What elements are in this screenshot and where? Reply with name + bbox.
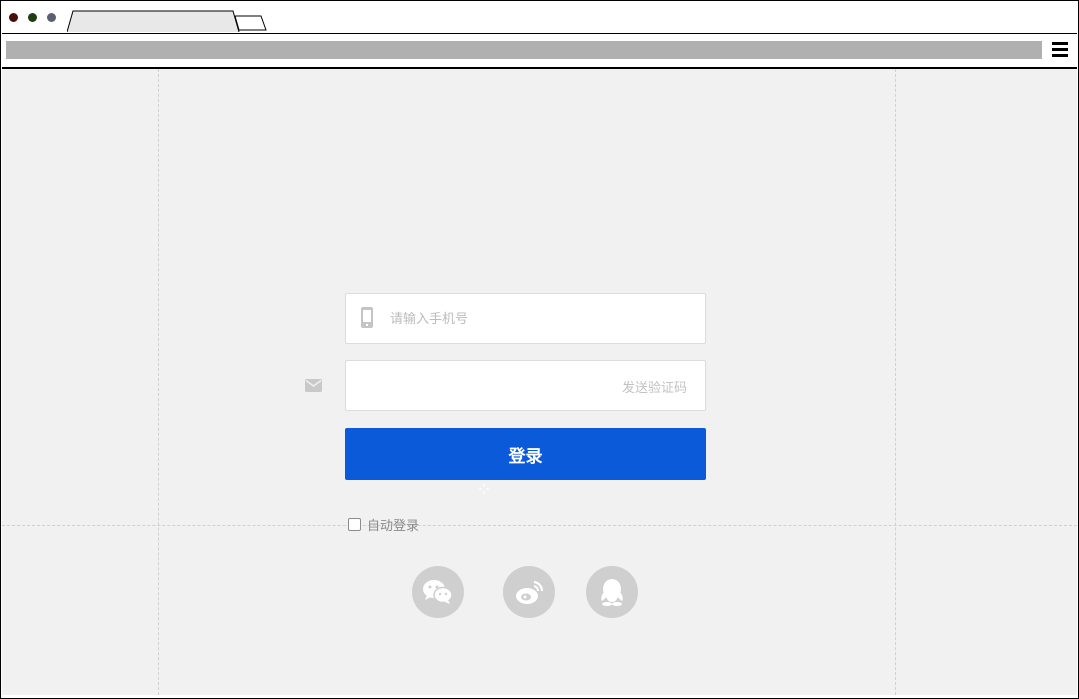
verification-code-field[interactable]: 发送验证码 (345, 360, 706, 412)
browser-tab-active[interactable] (67, 10, 243, 33)
minimize-window-button[interactable] (28, 13, 37, 22)
hamburger-menu-icon[interactable] (1052, 42, 1068, 57)
address-bar[interactable] (6, 41, 1042, 59)
wechat-login-button[interactable] (412, 566, 464, 618)
mail-icon (305, 379, 322, 392)
loading-cursor-icon (479, 484, 489, 494)
auto-login-label: 自动登录 (367, 518, 420, 534)
guide-line-horizontal (2, 525, 1077, 526)
auto-login-checkbox[interactable] (348, 517, 361, 531)
guide-line-vertical-left (158, 69, 159, 695)
send-code-button[interactable]: 发送验证码 (622, 377, 687, 396)
maximize-window-button[interactable] (47, 13, 56, 22)
wechat-icon (423, 580, 453, 604)
qq-login-button[interactable] (586, 566, 638, 618)
phone-icon (361, 307, 373, 328)
verification-code-input[interactable] (358, 361, 612, 412)
login-button[interactable]: 登录 (345, 428, 706, 480)
auto-login-option[interactable]: 自动登录 (348, 515, 420, 534)
phone-field[interactable] (345, 293, 706, 345)
new-tab-button[interactable] (235, 15, 271, 31)
weibo-login-button[interactable] (503, 566, 555, 618)
weibo-icon (516, 580, 544, 604)
guide-line-vertical-right (895, 69, 896, 695)
close-window-button[interactable] (9, 13, 18, 22)
toolbar (2, 33, 1077, 70)
page-viewport: 发送验证码 登录 自动登录 (2, 69, 1077, 695)
qq-icon (601, 579, 623, 606)
browser-window: 发送验证码 登录 自动登录 (0, 0, 1079, 699)
phone-input[interactable] (388, 294, 672, 345)
tab-bar (1, 1, 1078, 33)
